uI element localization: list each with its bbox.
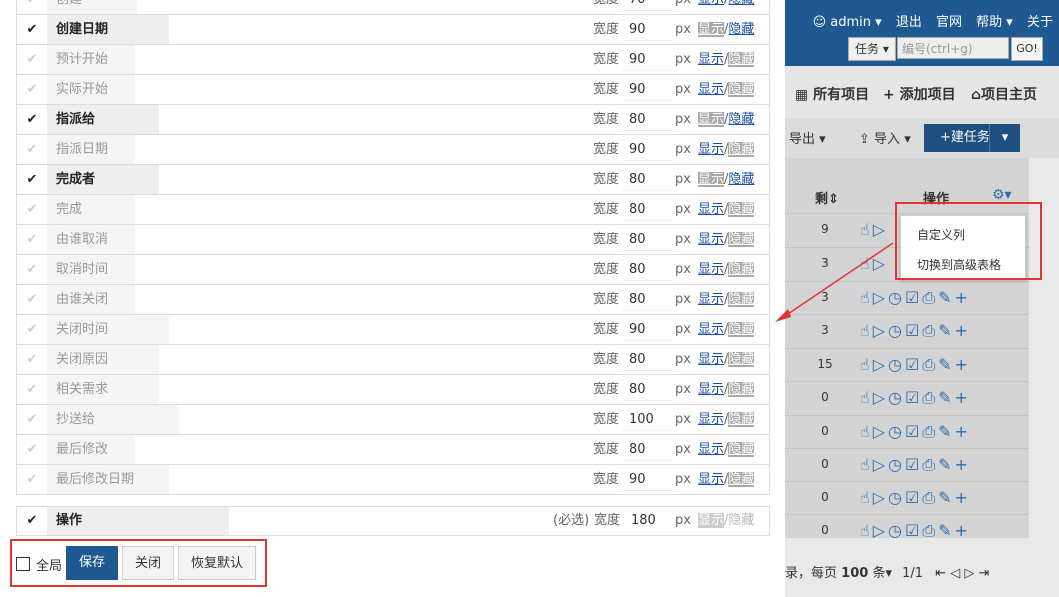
annotation-arrow [775, 242, 894, 322]
